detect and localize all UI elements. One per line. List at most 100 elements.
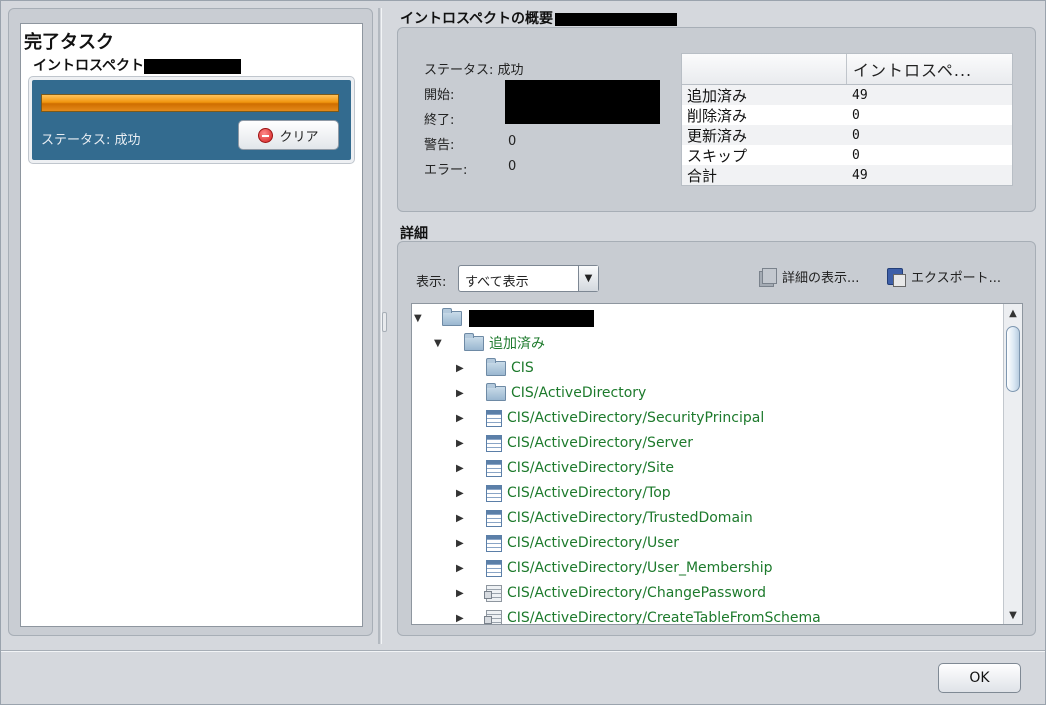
collapsed-triangle-icon[interactable]: ▶ — [456, 513, 466, 524]
collapsed-triangle-icon[interactable]: ▶ — [456, 588, 466, 599]
collapsed-triangle-icon[interactable]: ▶ — [456, 363, 466, 374]
task-name: イントロスペクト — [33, 55, 242, 75]
folder-icon — [486, 382, 506, 401]
clear-button[interactable]: クリア — [238, 120, 339, 150]
show-details-button[interactable]: 詳細の表示... — [758, 267, 860, 287]
scroll-thumb[interactable] — [1006, 326, 1020, 392]
script-icon — [484, 584, 502, 602]
details-doc-icon — [758, 267, 777, 287]
collapsed-triangle-icon[interactable]: ▶ — [456, 563, 466, 574]
tree-item[interactable]: ▶ CIS/ActiveDirectory — [412, 382, 646, 404]
stop-icon — [258, 127, 274, 143]
collapsed-triangle-icon[interactable]: ▶ — [456, 463, 466, 474]
summary-table-row: 追加済み 49 — [682, 85, 1012, 105]
warning-value: 0 — [508, 134, 517, 149]
summary-row-value: 49 — [852, 167, 868, 183]
error-label: エラー: — [424, 163, 468, 178]
scroll-up-arrow-icon[interactable]: ▲ — [1004, 304, 1022, 322]
summary-table-header-empty — [682, 54, 847, 84]
scroll-down-arrow-icon[interactable]: ▼ — [1004, 606, 1022, 624]
table-icon — [486, 509, 502, 527]
collapsed-triangle-icon[interactable]: ▶ — [456, 388, 466, 399]
dropdown-arrow-icon[interactable]: ▼ — [578, 266, 598, 291]
tree-item-label: CIS/ActiveDirectory/CreateTableFromSchem… — [507, 610, 821, 625]
summary-row-value: 49 — [852, 87, 868, 103]
tree-vertical-scrollbar[interactable]: ▲ ▼ — [1003, 304, 1022, 624]
tree-item[interactable]: ▶ CIS/ActiveDirectory/ChangePassword — [412, 582, 766, 604]
show-filter-label: 表示: — [416, 275, 447, 290]
tree-item[interactable]: ▶ CIS/ActiveDirectory/CreateTableFromSche… — [412, 607, 821, 625]
summary-row-value: 0 — [852, 127, 860, 143]
tree-item[interactable]: ▶ CIS/ActiveDirectory/SecurityPrincipal — [412, 407, 764, 429]
summary-row-label: 合計 — [687, 166, 718, 185]
tree-item[interactable]: ▶ CIS/ActiveDirectory/User_Membership — [412, 557, 773, 579]
summary-row-value: 0 — [852, 147, 860, 163]
table-icon — [486, 484, 502, 502]
script-icon — [484, 609, 502, 624]
expanded-triangle-icon[interactable]: ▼ — [434, 338, 444, 349]
collapsed-triangle-icon[interactable]: ▶ — [456, 488, 466, 499]
folder-icon — [442, 307, 462, 326]
details-panel: 表示: すべて表示 ▼ 詳細の表示... エクスポート... ▼ ▼ 追加済み ▶ C… — [397, 241, 1036, 636]
expanded-triangle-icon[interactable]: ▼ — [414, 313, 424, 324]
task-card-wrapper: ステータス: 成功 クリア — [28, 76, 355, 164]
redacted-root-name — [469, 309, 594, 327]
collapsed-triangle-icon[interactable]: ▶ — [456, 438, 466, 449]
show-details-label: 詳細の表示... — [782, 271, 860, 286]
summary-row-label: 削除済み — [687, 106, 748, 125]
tree-item[interactable]: ▶ CIS — [412, 357, 534, 379]
start-label: 開始: — [424, 88, 455, 103]
summary-table-header: イントロスペ... — [682, 54, 1012, 85]
tree-item[interactable]: ▶ CIS/ActiveDirectory/TrustedDomain — [412, 507, 753, 529]
tree-item-label: CIS/ActiveDirectory/User — [507, 535, 679, 551]
tree-item-label: CIS/ActiveDirectory — [511, 385, 647, 401]
summary-row-value: 0 — [852, 107, 860, 123]
tree-root-row[interactable]: ▼ — [412, 307, 594, 329]
summary-table-row: 削除済み 0 — [682, 105, 1012, 125]
table-icon — [486, 409, 502, 427]
summary-panel: ステータス: 成功 開始: 終了: 警告: 0 エラー: 0 イントロスペ...… — [397, 27, 1036, 212]
folder-icon — [464, 332, 484, 351]
task-status: ステータス: 成功 — [41, 133, 141, 148]
summary-table-body: 追加済み 49 削除済み 0 更新済み 0 スキップ 0 合計 49 — [682, 85, 1012, 185]
collapsed-triangle-icon[interactable]: ▶ — [456, 413, 466, 424]
summary-table-header-introspect[interactable]: イントロスペ... — [847, 54, 972, 84]
completed-tasks-title: 完了タスク — [24, 32, 114, 53]
tree-item-label: 追加済み — [489, 336, 545, 352]
completed-tasks-list: 完了タスク イントロスペクト ステータス: 成功 クリア — [20, 23, 363, 627]
task-progress-fill — [42, 95, 338, 111]
tree-item-label: CIS/ActiveDirectory/SecurityPrincipal — [507, 410, 765, 426]
error-value: 0 — [508, 159, 517, 174]
task-name-label: イントロスペクト — [33, 58, 145, 74]
export-label: エクスポート... — [911, 271, 1002, 286]
completed-tasks-panel: 完了タスク イントロスペクト ステータス: 成功 クリア — [8, 8, 373, 636]
tree-item-label: CIS — [511, 360, 534, 376]
splitter-handle[interactable] — [382, 312, 387, 332]
task-progress-bar — [41, 94, 339, 112]
redacted-timestamps — [505, 80, 660, 124]
summary-row-label: スキップ — [687, 146, 748, 165]
collapsed-triangle-icon[interactable]: ▶ — [456, 613, 466, 624]
tree-item[interactable]: ▼ 追加済み — [412, 332, 545, 354]
task-card: ステータス: 成功 クリア — [32, 80, 351, 160]
export-button[interactable]: エクスポート... — [887, 267, 1002, 287]
tree-item[interactable]: ▶ CIS/ActiveDirectory/User — [412, 532, 679, 554]
summary-table-row: 更新済み 0 — [682, 125, 1012, 145]
redacted-summary-name — [555, 12, 678, 26]
tree-item-label: CIS/ActiveDirectory/Top — [507, 485, 671, 501]
table-icon — [486, 459, 502, 477]
summary-table: イントロスペ... 追加済み 49 削除済み 0 更新済み 0 スキップ 0 合計 49 — [681, 53, 1013, 186]
collapsed-triangle-icon[interactable]: ▶ — [456, 538, 466, 549]
tree-item[interactable]: ▶ CIS/ActiveDirectory/Server — [412, 432, 693, 454]
summary-status: ステータス: 成功 — [424, 63, 524, 78]
tree-item-label: CIS/ActiveDirectory/Site — [507, 460, 674, 476]
tree-item[interactable]: ▶ CIS/ActiveDirectory/Top — [412, 482, 671, 504]
table-icon — [486, 559, 502, 577]
ok-button[interactable]: OK — [938, 663, 1021, 693]
splitter-line — [378, 8, 380, 644]
tree-item[interactable]: ▶ CIS/ActiveDirectory/Site — [412, 457, 674, 479]
summary-heading: イントロスペクトの概要 — [400, 8, 678, 28]
show-filter-select[interactable]: すべて表示 ▼ — [458, 265, 599, 292]
table-icon — [486, 434, 502, 452]
summary-row-label: 追加済み — [687, 86, 748, 105]
